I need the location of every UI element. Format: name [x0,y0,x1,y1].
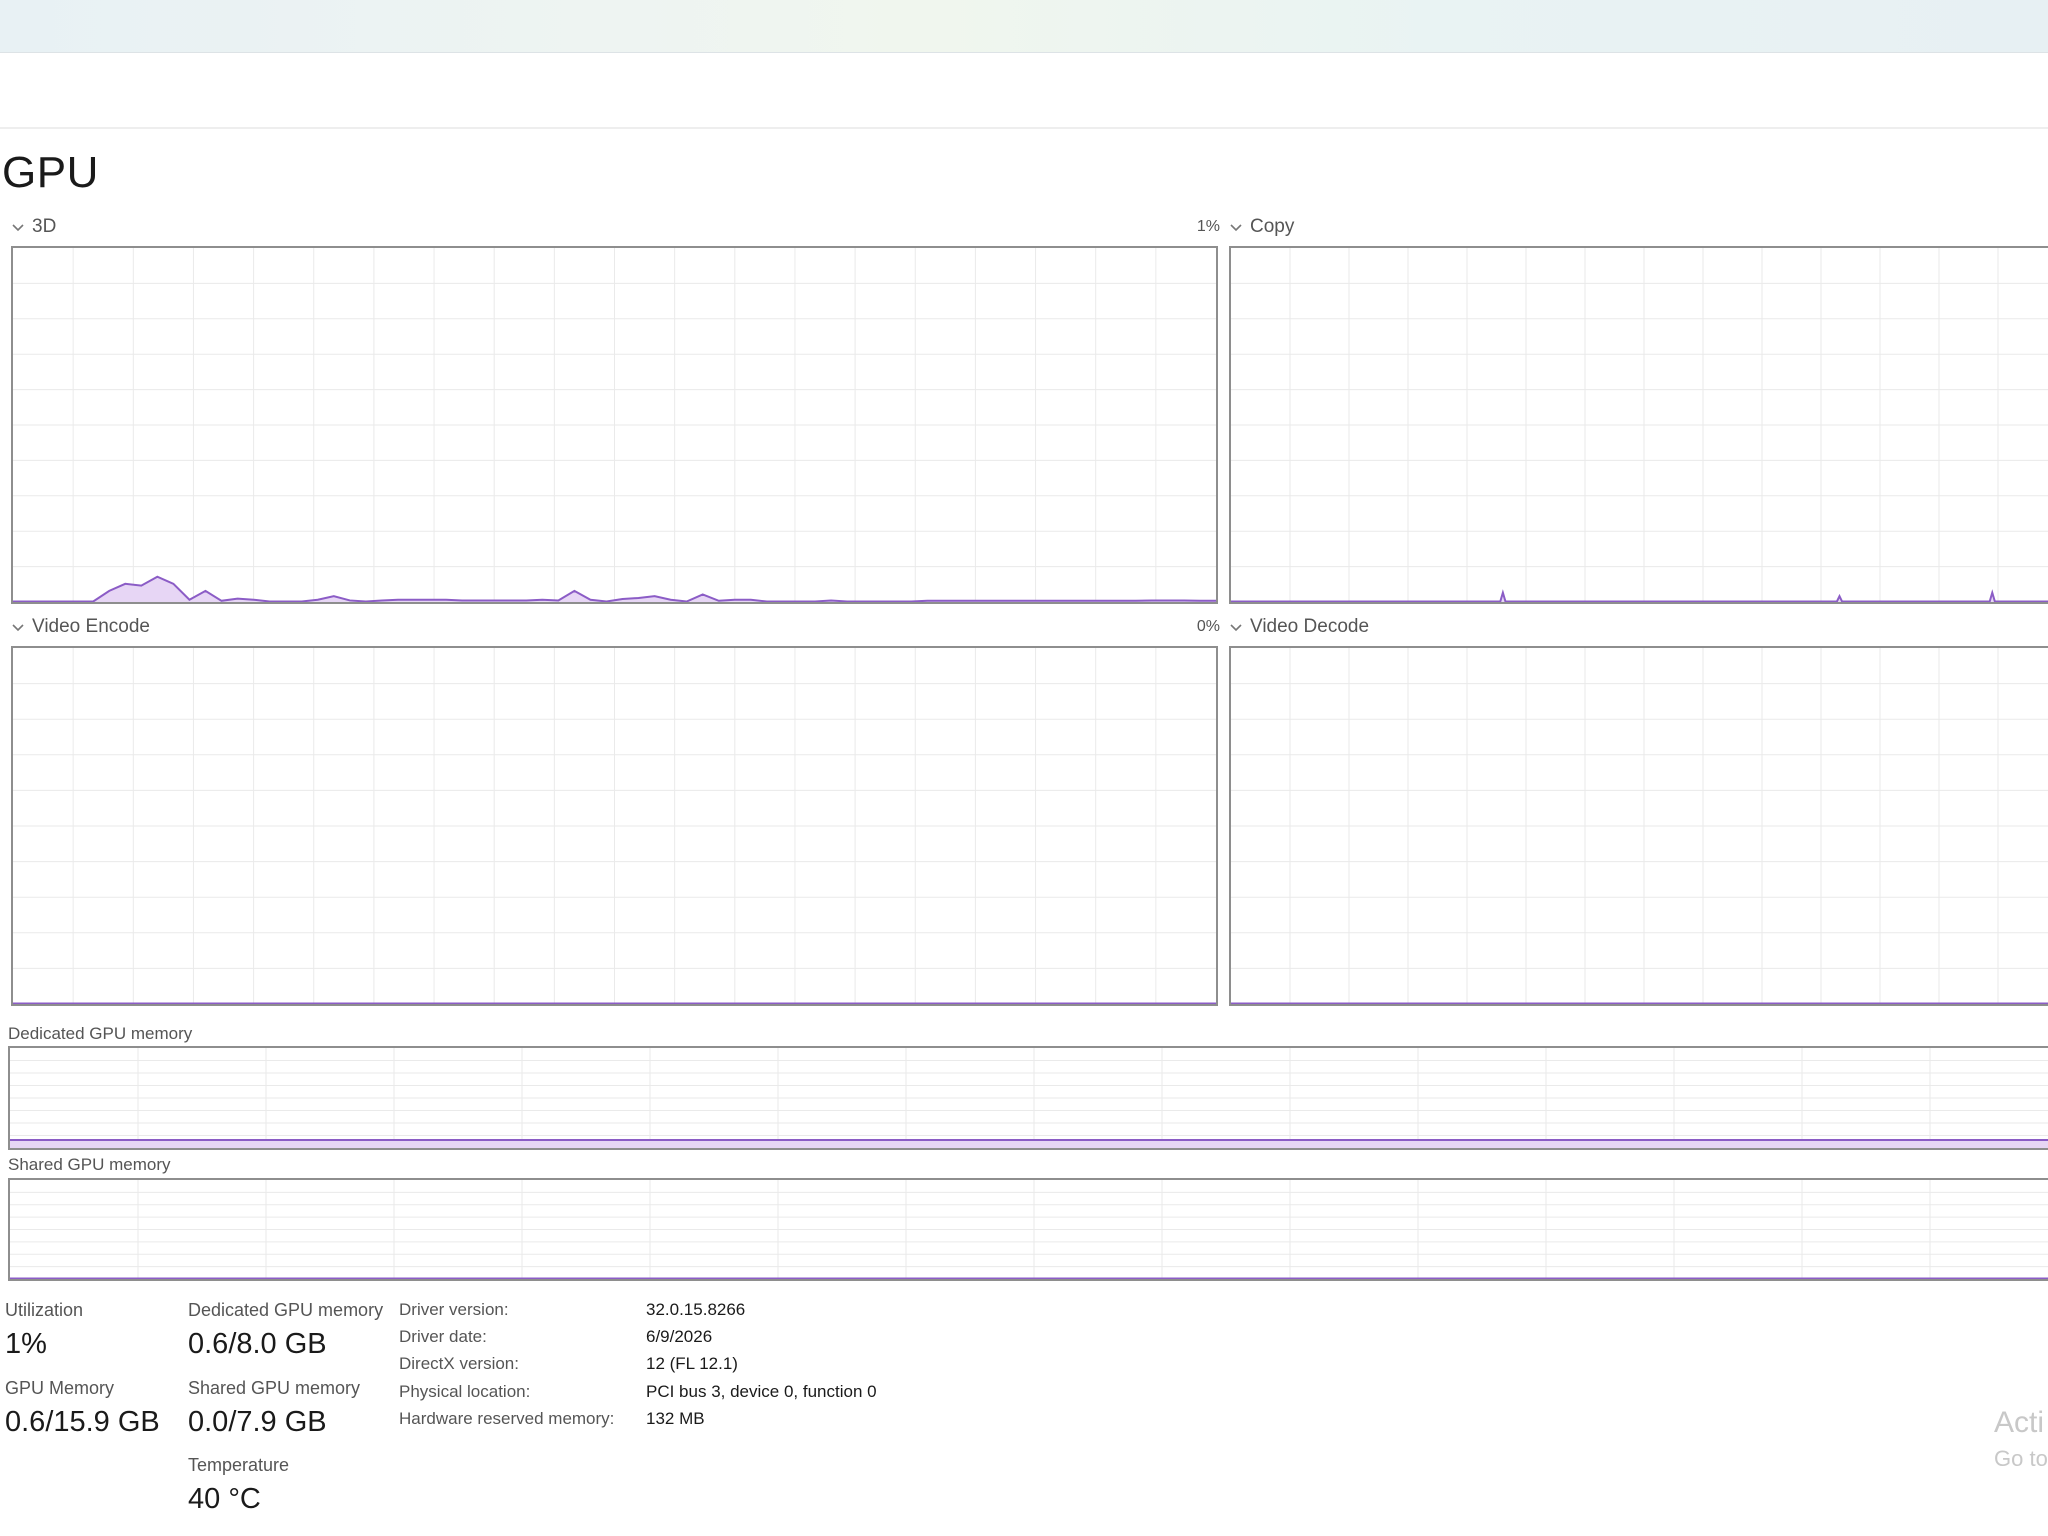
temperature-value: 40 °C [188,1483,261,1515]
dedicated-memory-value: 0.6/8.0 GB [188,1328,327,1360]
engine-label-copy: Copy [1250,216,1295,237]
directx-version-key: DirectX version: [399,1354,519,1373]
engine-selector-video-decode[interactable]: Video Decode [1228,616,1369,638]
dedicated-memory-label: Dedicated GPU memory [188,1300,384,1320]
shared-memory-value: 0.0/7.9 GB [188,1406,327,1438]
graph-3d [11,246,1218,604]
page-title: GPU [2,148,99,197]
physical-location-value: PCI bus 3, device 0, function 0 [646,1382,877,1401]
chevron-down-icon [1230,224,1242,232]
chevron-down-icon [1230,624,1242,632]
utilization-value: 1% [5,1328,47,1360]
engine-selector-3d[interactable]: 3D [10,216,56,238]
chevron-down-icon [12,624,24,632]
engine-label-3d: 3D [32,216,57,237]
graph-dedicated-memory [8,1046,2048,1150]
series-line [1231,589,2048,602]
driver-version-value: 32.0.15.8266 [646,1300,746,1319]
gpu-memory-label: GPU Memory [5,1378,115,1398]
graph-copy-svg [1231,248,2048,602]
engine-label-video-encode: Video Encode [32,616,150,637]
engine-percent-video-encode: 0% [1196,618,1220,635]
window-title-bar[interactable] [0,0,2048,53]
graph-video-encode-svg [13,648,1216,1004]
chevron-down-icon [12,224,24,232]
graph-copy [1229,246,2048,604]
activation-watermark-subtitle: Go to [1994,1446,2048,1471]
graph-video-encode [11,646,1218,1006]
graph-dedicated-memory-svg [10,1048,2048,1148]
series-area [10,1140,2048,1148]
graph-video-decode [1229,646,2048,1006]
hardware-reserved-memory-value: 132 MB [646,1409,705,1428]
activation-watermark-title: Acti [1994,1406,2045,1439]
driver-version-key: Driver version: [399,1300,509,1319]
directx-version-value: 12 (FL 12.1) [646,1354,738,1373]
graph-video-decode-svg [1231,648,2048,1004]
graph-shared-memory-svg [10,1180,2048,1279]
toolbar [0,53,2048,129]
engine-selector-copy[interactable]: Copy [1228,216,1294,238]
graph-3d-svg [13,248,1216,602]
engine-label-video-decode: Video Decode [1250,616,1370,637]
hardware-reserved-memory-key: Hardware reserved memory: [399,1409,615,1428]
engine-percent-3d: 1% [1196,218,1220,235]
engine-selector-video-encode[interactable]: Video Encode [10,616,150,638]
physical-location-key: Physical location: [399,1382,531,1401]
shared-memory-label: Shared GPU memory [188,1378,361,1398]
gpu-memory-value: 0.6/15.9 GB [5,1406,160,1438]
utilization-label: Utilization [5,1300,84,1320]
graph-shared-memory [8,1178,2048,1281]
dedicated-memory-graph-label: Dedicated GPU memory [8,1024,193,1043]
temperature-label: Temperature [188,1455,290,1475]
driver-date-value: 6/9/2026 [646,1327,713,1346]
driver-date-key: Driver date: [399,1327,487,1346]
shared-memory-graph-label: Shared GPU memory [8,1155,171,1174]
